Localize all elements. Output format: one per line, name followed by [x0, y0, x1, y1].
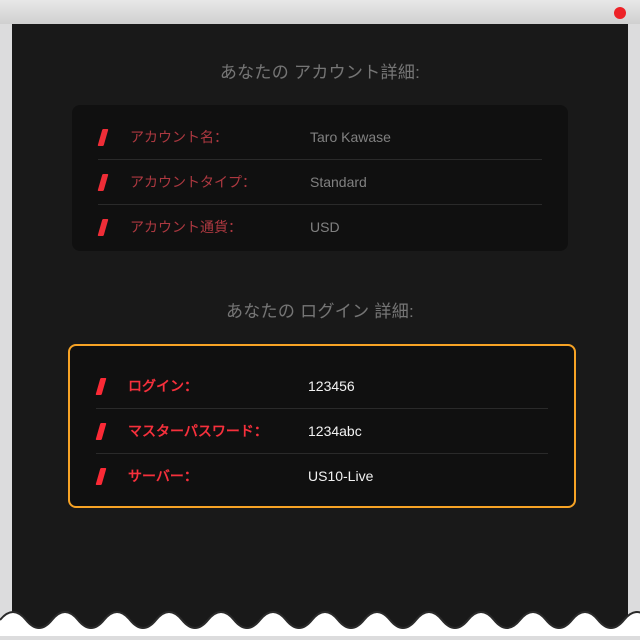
close-icon[interactable] [614, 7, 626, 19]
edit-icon[interactable] [98, 129, 109, 146]
login-row: ログイン： 123456 [96, 364, 548, 409]
master-password-label: マスターパスワード： [128, 421, 308, 441]
account-type-value: Standard [310, 174, 367, 190]
server-value: US10-Live [308, 468, 373, 484]
login-id-value: 123456 [308, 378, 355, 394]
edit-icon[interactable] [96, 468, 107, 485]
account-name-value: Taro Kawase [310, 129, 391, 145]
account-currency-value: USD [310, 219, 340, 235]
login-details-panel: ログイン： 123456 マスターパスワード： 1234abc サーバー： US… [68, 344, 576, 508]
login-section-title: あなたの ログイン 詳細: [12, 263, 628, 344]
server-label: サーバー： [128, 466, 308, 486]
account-row: アカウントタイプ： Standard [98, 160, 542, 205]
account-details-panel: アカウント名： Taro Kawase アカウントタイプ： Standard ア… [72, 105, 568, 251]
account-name-label: アカウント名： [130, 127, 310, 147]
edit-icon[interactable] [98, 174, 109, 191]
account-type-label: アカウントタイプ： [130, 172, 310, 192]
login-row: マスターパスワード： 1234abc [96, 409, 548, 454]
login-row: サーバー： US10-Live [96, 454, 548, 498]
account-row: アカウント通貨： USD [98, 205, 542, 249]
edit-icon[interactable] [96, 423, 107, 440]
edit-icon[interactable] [98, 219, 109, 236]
account-row: アカウント名： Taro Kawase [98, 115, 542, 160]
content-area: あなたの アカウント詳細: アカウント名： Taro Kawase アカウントタ… [12, 24, 628, 628]
account-currency-label: アカウント通貨： [130, 217, 310, 237]
login-id-label: ログイン： [128, 376, 308, 396]
master-password-value: 1234abc [308, 423, 362, 439]
torn-edge-decoration [0, 602, 640, 636]
edit-icon[interactable] [96, 378, 107, 395]
account-section-title: あなたの アカウント詳細: [12, 24, 628, 105]
window-titlebar [0, 0, 640, 24]
